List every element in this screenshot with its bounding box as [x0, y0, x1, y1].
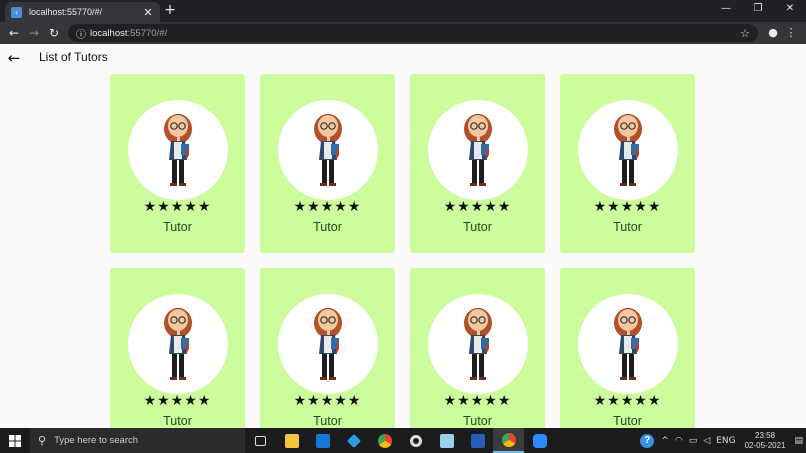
tutor-card[interactable]: ★★★★★ Tutor: [110, 268, 245, 428]
file-explorer-icon[interactable]: [276, 428, 307, 453]
help-icon[interactable]: ?: [640, 433, 655, 448]
battery-icon[interactable]: ▭: [689, 436, 698, 446]
page-content: ← List of Tutors ★★★★★ Tutor ★★★★★ Tutor…: [0, 44, 806, 428]
reload-icon[interactable]: ↻: [44, 23, 64, 43]
back-arrow-icon[interactable]: ←: [5, 49, 23, 67]
tutor-avatar: [128, 294, 228, 394]
tutor-illustration-icon: [614, 308, 642, 380]
tutor-card[interactable]: ★★★★★ Tutor: [410, 74, 545, 253]
rating-stars: ★★★★★: [593, 199, 662, 215]
tutor-card[interactable]: ★★★★★ Tutor: [560, 268, 695, 428]
tutor-illustration-icon: [164, 114, 192, 186]
tutor-card[interactable]: ★★★★★ Tutor: [560, 74, 695, 253]
volume-icon[interactable]: ◁: [703, 436, 710, 446]
settings-gear-icon[interactable]: [400, 428, 431, 453]
minimize-button[interactable]: —: [710, 0, 742, 18]
back-arrow-icon[interactable]: ←: [4, 23, 24, 43]
menu-kebab-icon[interactable]: ⋮: [782, 24, 800, 42]
tutor-illustration-icon: [314, 114, 342, 186]
forward-arrow-icon[interactable]: →: [24, 23, 44, 43]
tutor-avatar: [278, 294, 378, 394]
rating-stars: ★★★★★: [593, 393, 662, 409]
rating-stars: ★★★★★: [143, 393, 212, 409]
tutor-avatar: [428, 294, 528, 394]
address-bar[interactable]: ⓘ localhost:55770/#/ ☆: [68, 24, 758, 42]
browser-toolbar: ← → ↻ ⓘ localhost:55770/#/ ☆ ● ⋮: [0, 22, 806, 44]
profile-icon[interactable]: ●: [764, 24, 782, 42]
tray-chevron-icon[interactable]: ^: [661, 436, 669, 446]
tutor-illustration-icon: [464, 114, 492, 186]
close-tab-icon[interactable]: ✕: [142, 6, 154, 19]
rating-stars: ★★★★★: [293, 393, 362, 409]
tutor-illustration-icon: [314, 308, 342, 380]
notifications-icon[interactable]: ▤: [794, 436, 803, 446]
tutor-avatar: [428, 100, 528, 200]
tutor-illustration-icon: [464, 308, 492, 380]
clock[interactable]: 23:58 02-05-2021: [745, 431, 786, 451]
tutor-name: Tutor: [163, 220, 192, 234]
restore-button[interactable]: ❐: [742, 0, 774, 18]
bookmark-star-icon[interactable]: ☆: [740, 27, 750, 40]
windows-start-icon[interactable]: [0, 428, 30, 453]
tab-title: localhost:55770/#/: [29, 7, 103, 17]
tutor-avatar: [578, 294, 678, 394]
new-tab-button[interactable]: +: [163, 3, 177, 17]
tutor-name: Tutor: [313, 220, 342, 234]
system-tray: ? ^ ◠ ▭ ◁ ENG 23:58 02-05-2021 ▤: [636, 428, 806, 453]
tutor-card[interactable]: ★★★★★ Tutor: [410, 268, 545, 428]
notepad-icon[interactable]: [431, 428, 462, 453]
chrome-active-icon[interactable]: [493, 428, 524, 453]
url-host: localhost: [90, 27, 128, 39]
screen: ‹ localhost:55770/#/ ✕ + — ❐ ✕ ← → ↻ ⓘ l…: [0, 0, 806, 453]
toolbar-right: ● ⋮: [764, 24, 800, 42]
tutor-avatar: [128, 100, 228, 200]
word-icon[interactable]: [462, 428, 493, 453]
rating-stars: ★★★★★: [143, 199, 212, 215]
zoom-icon[interactable]: [524, 428, 555, 453]
tutor-name: Tutor: [613, 220, 642, 234]
clock-date: 02-05-2021: [744, 440, 786, 450]
vscode-icon[interactable]: [338, 428, 369, 453]
tutor-card[interactable]: ★★★★★ Tutor: [260, 268, 395, 428]
wifi-icon[interactable]: ◠: [675, 436, 683, 446]
site-info-icon[interactable]: ⓘ: [76, 26, 90, 41]
close-window-button[interactable]: ✕: [774, 0, 806, 18]
rating-stars: ★★★★★: [443, 393, 512, 409]
language-indicator[interactable]: ENG: [716, 436, 735, 446]
flutter-favicon-icon: ‹: [11, 6, 22, 18]
task-view-icon[interactable]: [245, 428, 276, 453]
url-path: :55770/#/: [127, 27, 168, 39]
tutor-name: Tutor: [463, 414, 492, 428]
chrome-icon[interactable]: [369, 428, 400, 453]
clock-time: 23:58: [755, 430, 776, 440]
taskbar-search-box[interactable]: ⚲ Type here to search: [30, 428, 245, 453]
rating-stars: ★★★★★: [443, 199, 512, 215]
tutor-card[interactable]: ★★★★★ Tutor: [260, 74, 395, 253]
search-placeholder: Type here to search: [54, 435, 139, 446]
tutor-name: Tutor: [463, 220, 492, 234]
search-icon: ⚲: [38, 434, 47, 447]
tutor-illustration-icon: [614, 114, 642, 186]
tutor-name: Tutor: [313, 414, 342, 428]
tutor-avatar: [278, 100, 378, 200]
outlook-icon[interactable]: [307, 428, 338, 453]
tutor-name: Tutor: [613, 414, 642, 428]
tutor-name: Tutor: [163, 414, 192, 428]
tutor-avatar: [578, 100, 678, 200]
browser-tab[interactable]: ‹ localhost:55770/#/ ✕: [5, 2, 160, 22]
rating-stars: ★★★★★: [293, 199, 362, 215]
tutor-card[interactable]: ★★★★★ Tutor: [110, 74, 245, 253]
app-bar: ← List of Tutors: [0, 44, 806, 72]
browser-tab-strip: ‹ localhost:55770/#/ ✕ + — ❐ ✕: [0, 0, 806, 22]
tutor-illustration-icon: [164, 308, 192, 380]
windows-taskbar: ⚲ Type here to search ? ^ ◠ ▭ ◁ ENG 23:5…: [0, 428, 806, 453]
window-controls: — ❐ ✕: [710, 0, 806, 22]
page-title: List of Tutors: [39, 50, 108, 64]
